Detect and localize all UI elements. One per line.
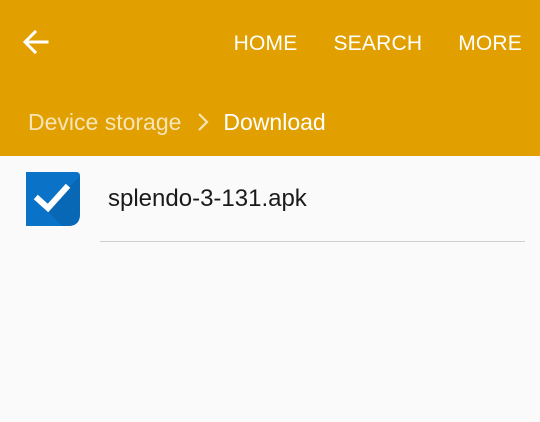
toolbar-actions: HOME SEARCH MORE	[216, 24, 540, 64]
more-button[interactable]: MORE	[440, 24, 540, 64]
app-header: HOME SEARCH MORE Device storage Download	[0, 0, 540, 156]
divider	[100, 241, 525, 242]
breadcrumb-current-folder: Download	[223, 108, 326, 135]
back-button[interactable]	[14, 22, 58, 62]
file-list: splendo-3-131.apk	[0, 156, 540, 242]
breadcrumb-device-storage[interactable]: Device storage	[28, 109, 181, 136]
home-button[interactable]: HOME	[216, 24, 316, 64]
task-checkbox-app-icon	[26, 172, 80, 226]
list-item[interactable]: splendo-3-131.apk	[0, 156, 540, 242]
breadcrumb: Device storage Download	[28, 102, 326, 142]
chevron-right-icon	[197, 112, 209, 132]
arrow-left-icon	[22, 29, 49, 55]
file-name: splendo-3-131.apk	[108, 185, 307, 212]
search-button[interactable]: SEARCH	[315, 24, 440, 64]
